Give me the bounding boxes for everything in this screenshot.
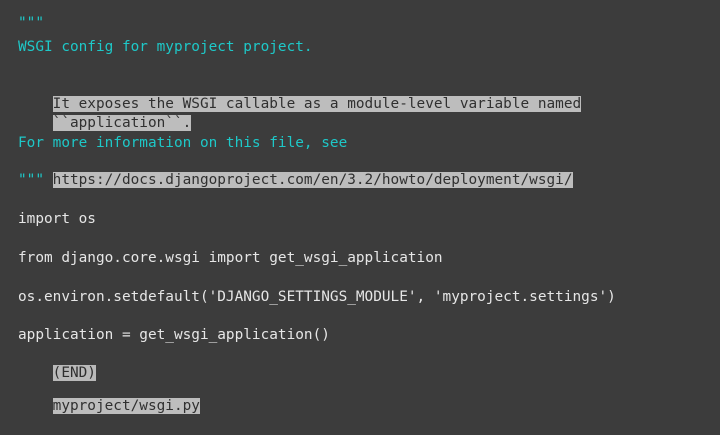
- docstring-close: """: [18, 172, 44, 188]
- docstring-url-line: https://docs.djangoproject.com/en/3.2/ho…: [18, 152, 573, 188]
- docs-url: https://docs.djangoproject.com/en/3.2/ho…: [52, 172, 573, 188]
- code-line-import: import os: [18, 211, 96, 227]
- docstring-line-highlighted: ``application``.: [18, 95, 192, 131]
- code-line-from-import: from django.core.wsgi import get_wsgi_ap…: [18, 250, 443, 266]
- filename-text: myproject/wsgi.py: [52, 398, 200, 414]
- docstring-open: """: [18, 15, 44, 31]
- pager-end-marker: (END): [18, 345, 96, 381]
- docstring-info-line: For more information on this file, see: [18, 135, 348, 151]
- docstring-line-highlighted: It exposes the WSGI callable as a module…: [18, 76, 582, 112]
- code-line-application: application = get_wsgi_application(): [18, 327, 330, 343]
- docstring-text: ``application``.: [52, 115, 192, 131]
- pager-status-filename: myproject/wsgi.py: [18, 378, 200, 414]
- code-line-setdefault: os.environ.setdefault('DJANGO_SETTINGS_M…: [18, 289, 616, 305]
- docstring-title: WSGI config for myproject project.: [18, 39, 313, 55]
